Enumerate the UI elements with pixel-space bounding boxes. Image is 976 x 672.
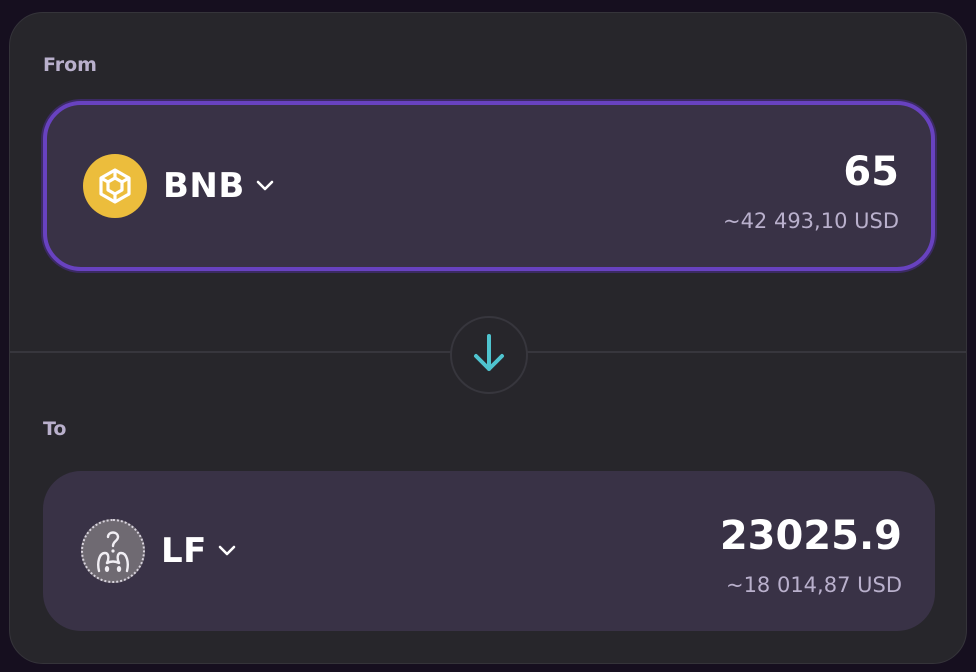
to-token-selector[interactable]: LF bbox=[81, 519, 237, 583]
lf-logo-icon bbox=[81, 519, 145, 583]
swap-card: From BNB 65 ~42 493,10 USD To LF 23025.9… bbox=[9, 12, 967, 664]
from-usd-value: ~42 493,10 USD bbox=[722, 209, 899, 233]
from-label: From bbox=[43, 54, 97, 76]
from-token-symbol: BNB bbox=[163, 166, 245, 206]
to-usd-value: ~18 014,87 USD bbox=[725, 573, 902, 597]
arrow-down-icon bbox=[469, 331, 509, 379]
bnb-logo-icon bbox=[83, 154, 147, 218]
to-token-box[interactable]: LF 23025.9 ~18 014,87 USD bbox=[43, 471, 935, 631]
chevron-down-icon bbox=[217, 544, 237, 558]
chevron-down-icon bbox=[255, 179, 275, 193]
from-token-box[interactable]: BNB 65 ~42 493,10 USD bbox=[43, 101, 935, 271]
to-token-symbol: LF bbox=[161, 531, 207, 571]
to-label: To bbox=[43, 418, 67, 440]
to-amount: 23025.9 bbox=[719, 513, 902, 559]
from-token-selector[interactable]: BNB bbox=[83, 154, 275, 218]
swap-direction-button[interactable] bbox=[450, 316, 528, 394]
from-amount[interactable]: 65 bbox=[843, 149, 899, 195]
